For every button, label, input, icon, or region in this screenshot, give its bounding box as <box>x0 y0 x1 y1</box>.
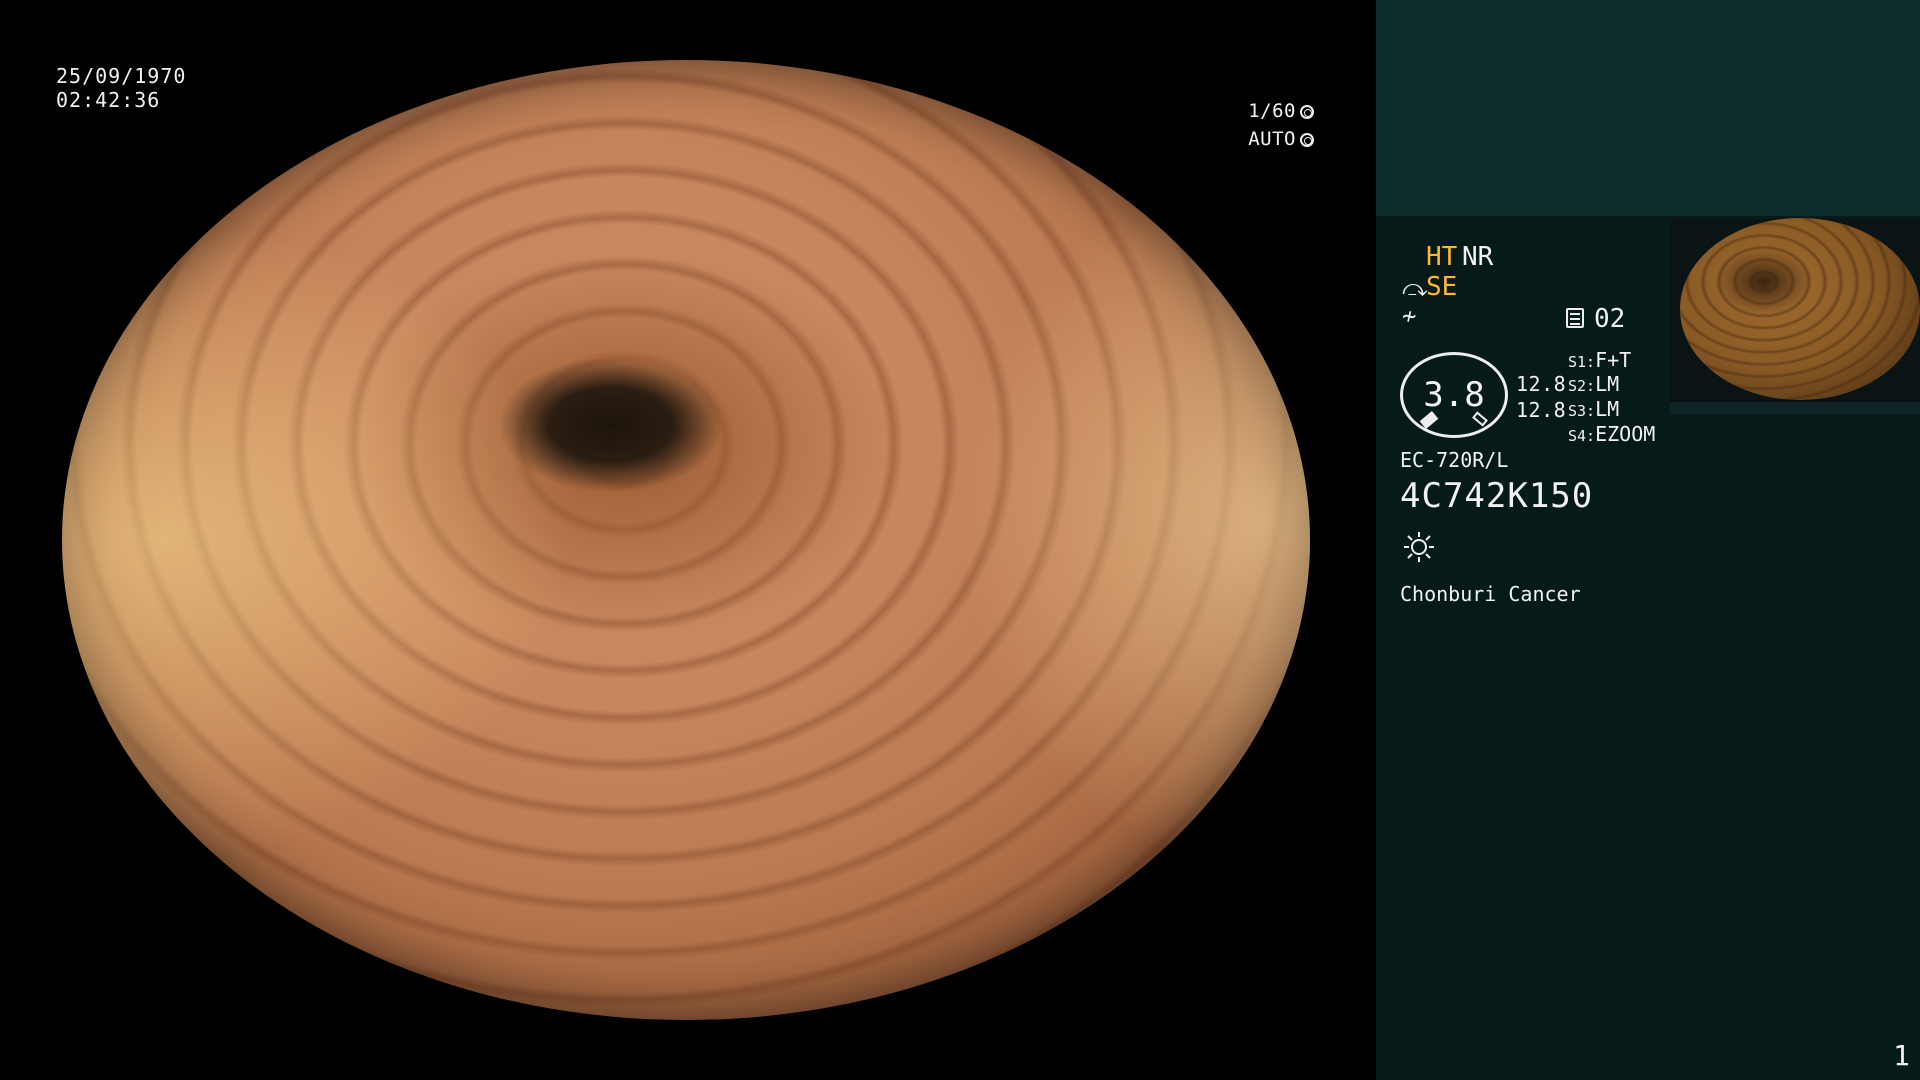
scope-model: EC-720R/L <box>1400 448 1509 472</box>
counter-icon <box>1566 308 1584 328</box>
mode-nr: NR <box>1462 242 1494 272</box>
switch-s4: S4:EZOOM <box>1568 422 1655 446</box>
panel-header-area <box>1376 0 1920 216</box>
switch-key: S1: <box>1568 353 1596 371</box>
hospital-name: Chonburi Cancer <box>1400 582 1581 606</box>
mode-se: SE <box>1426 272 1458 302</box>
exposure-mode: AUTO <box>1248 128 1314 150</box>
switch-value: LM <box>1595 372 1620 396</box>
zoom-gauge: 3.8 <box>1400 352 1508 438</box>
freeze-icon: ≁ <box>1402 302 1417 330</box>
shutter-speed-value: 1/60 <box>1248 100 1296 122</box>
scope-serial: 4C742K150 <box>1400 476 1594 516</box>
thumbnail-image <box>1680 218 1920 400</box>
reference-thumbnail[interactable] <box>1670 218 1920 402</box>
image-counter: 02 <box>1594 304 1626 334</box>
thumbnail-caption-strip <box>1670 402 1920 414</box>
switch-value: LM <box>1595 397 1620 421</box>
exam-time: 02:42:36 <box>56 88 161 112</box>
switch-s3: S3:LM <box>1568 397 1619 421</box>
gauge-reading-2: 12.8 <box>1516 398 1567 422</box>
gauge-value: 3.8 <box>1423 375 1485 415</box>
info-panel: HT NR ⤼ SE ≁ 02 3.8 12.8 12.8 S1:F+T S2:… <box>1376 0 1920 1080</box>
switch-value: EZOOM <box>1595 422 1656 446</box>
light-source-icon <box>1404 532 1434 562</box>
switch-key: S2: <box>1568 377 1596 395</box>
switch-value: F+T <box>1595 348 1632 372</box>
switch-key: S3: <box>1568 402 1596 420</box>
switch-s1: S1:F+T <box>1568 348 1631 372</box>
auto-iris-icon <box>1300 133 1314 147</box>
endoscope-view: 25/09/1970 02:42:36 1/60 AUTO <box>0 0 1376 1080</box>
switch-key: S4: <box>1568 427 1596 445</box>
structure-enhance-icon: ⤼ <box>1402 274 1428 302</box>
mode-ht: HT <box>1426 242 1458 272</box>
page-number: 1 <box>1893 1039 1910 1072</box>
exam-date: 25/09/1970 <box>56 64 187 88</box>
shutter-speed: 1/60 <box>1248 100 1314 122</box>
switch-s2: S2:LM <box>1568 372 1619 396</box>
shutter-icon <box>1300 105 1314 119</box>
endoscope-image <box>62 60 1310 1020</box>
exposure-mode-value: AUTO <box>1248 128 1296 150</box>
gauge-reading-1: 12.8 <box>1516 372 1567 396</box>
